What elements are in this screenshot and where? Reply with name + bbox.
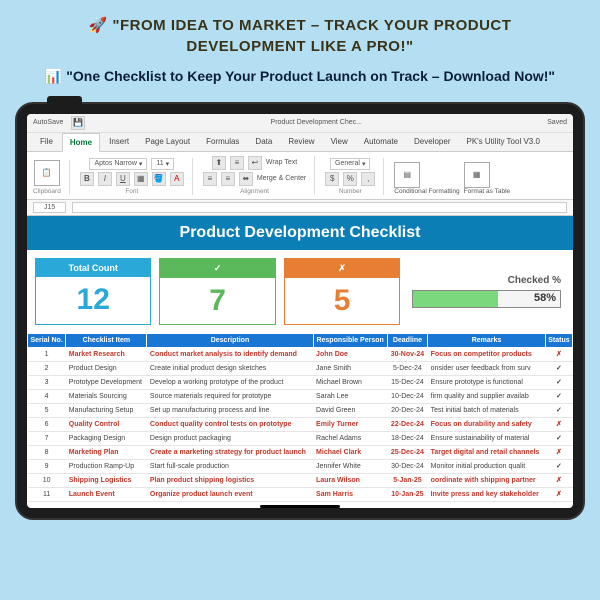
italic-button[interactable]: I — [98, 172, 112, 186]
table-row[interactable]: 7Packaging DesignDesign product packagin… — [28, 431, 573, 445]
col-status[interactable]: Status — [545, 333, 572, 347]
tab-utility[interactable]: PK's Utility Tool V3.0 — [459, 133, 546, 151]
table-row[interactable]: 6Quality ControlConduct quality control … — [28, 417, 573, 431]
table-row[interactable]: 4Materials SourcingSource materials requ… — [28, 389, 573, 403]
bold-button[interactable]: B — [80, 172, 94, 186]
clipboard-label: Clipboard — [33, 188, 61, 195]
wrap-text-label: Wrap Text — [266, 159, 297, 166]
align-top-button[interactable]: ⬆ — [212, 156, 226, 170]
tab-view[interactable]: View — [324, 133, 355, 151]
tab-page-layout[interactable]: Page Layout — [138, 133, 197, 151]
underline-button[interactable]: U — [116, 172, 130, 186]
align-middle-button[interactable]: ≡ — [230, 156, 244, 170]
quick-access-toolbar: AutoSave 💾 Product Development Chec... S… — [27, 114, 573, 133]
table-row[interactable]: 9Production Ramp-UpStart full-scale prod… — [28, 459, 573, 473]
hero-title: 🚀 "FROM IDEA TO MARKET – TRACK YOUR PROD… — [40, 15, 560, 57]
tablet-frame: AutoSave 💾 Product Development Chec... S… — [15, 102, 585, 520]
format-as-table-button[interactable]: ▦ — [464, 162, 490, 188]
name-box[interactable]: J15 — [33, 202, 66, 213]
table-row[interactable]: 3Prototype DevelopmentDevelop a working … — [28, 375, 573, 389]
font-group-label: Font — [125, 188, 138, 195]
merge-button[interactable]: ⬌ — [239, 172, 253, 186]
table-row[interactable]: 5Manufacturing SetupSet up manufacturing… — [28, 403, 573, 417]
paste-button[interactable]: 📋 — [34, 160, 60, 186]
merge-label: Merge & Center — [257, 175, 306, 182]
font-color-button[interactable]: A — [170, 172, 184, 186]
stat-progress: Checked % 58% — [408, 258, 565, 325]
col-deadline[interactable]: Deadline — [387, 333, 427, 347]
tab-developer[interactable]: Developer — [407, 133, 457, 151]
comma-button[interactable]: , — [361, 172, 375, 186]
col-serial[interactable]: Serial No. — [28, 333, 66, 347]
formula-input[interactable] — [72, 202, 567, 213]
table-row[interactable]: 2Product DesignCreate initial product de… — [28, 361, 573, 375]
col-item[interactable]: Checklist Item — [66, 333, 147, 347]
wrap-text-button[interactable]: ↩ — [248, 156, 262, 170]
progress-bar: 58% — [412, 290, 561, 308]
hero-subtitle: 📊 "One Checklist to Keep Your Product La… — [40, 67, 560, 87]
stat-done: ✓ 7 — [159, 258, 275, 325]
font-selector[interactable]: Aptos Narrow ▾ — [89, 158, 147, 170]
tab-data[interactable]: Data — [248, 133, 279, 151]
percent-button[interactable]: % — [343, 172, 357, 186]
ribbon: 📋 Clipboard Aptos Narrow ▾ 11 ▾ B I U ▦ … — [27, 152, 573, 200]
check-icon: ✓ — [160, 259, 274, 278]
stat-total: Total Count 12 — [35, 258, 151, 325]
hero-banner: 🚀 "FROM IDEA TO MARKET – TRACK YOUR PROD… — [0, 0, 600, 97]
font-size-selector[interactable]: 11 ▾ — [151, 158, 174, 170]
tab-review[interactable]: Review — [281, 133, 321, 151]
align-center-button[interactable]: ≡ — [221, 172, 235, 186]
document-title: Product Development Chec... — [93, 119, 539, 126]
col-desc[interactable]: Description — [147, 333, 313, 347]
table-row[interactable]: 10Shipping LogisticsPlan product shippin… — [28, 473, 573, 487]
sheet-title: Product Development Checklist — [27, 216, 573, 250]
ribbon-tabs: File Home Insert Page Layout Formulas Da… — [27, 133, 573, 152]
conditional-formatting-button[interactable]: ▤ — [394, 162, 420, 188]
x-icon: ✗ — [285, 259, 399, 278]
table-row[interactable]: 1Market ResearchConduct market analysis … — [28, 347, 573, 361]
tab-insert[interactable]: Insert — [102, 133, 136, 151]
fill-color-button[interactable]: 🪣 — [152, 172, 166, 186]
formula-bar: J15 — [27, 200, 573, 216]
tab-formulas[interactable]: Formulas — [199, 133, 246, 151]
save-icon[interactable]: 💾 — [71, 116, 85, 130]
align-left-button[interactable]: ≡ — [203, 172, 217, 186]
checklist-table[interactable]: Serial No. Checklist Item Description Re… — [27, 333, 573, 502]
stat-fail: ✗ 5 — [284, 258, 400, 325]
tab-file[interactable]: File — [33, 133, 60, 151]
table-row[interactable]: 11Launch EventOrganize product launch ev… — [28, 487, 573, 501]
table-row[interactable]: 8Marketing PlanCreate a marketing strate… — [28, 445, 573, 459]
number-format-selector[interactable]: General ▾ — [330, 158, 370, 170]
alignment-label: Alignment — [240, 188, 269, 195]
col-person[interactable]: Responsible Person — [313, 333, 387, 347]
currency-button[interactable]: $ — [325, 172, 339, 186]
save-status: Saved — [547, 119, 567, 126]
border-button[interactable]: ▦ — [134, 172, 148, 186]
tab-automate[interactable]: Automate — [357, 133, 405, 151]
col-remarks[interactable]: Remarks — [428, 333, 546, 347]
autosave-toggle[interactable]: AutoSave — [33, 119, 63, 126]
tab-home[interactable]: Home — [62, 133, 100, 152]
home-indicator — [260, 505, 340, 508]
number-group-label: Number — [339, 188, 362, 195]
